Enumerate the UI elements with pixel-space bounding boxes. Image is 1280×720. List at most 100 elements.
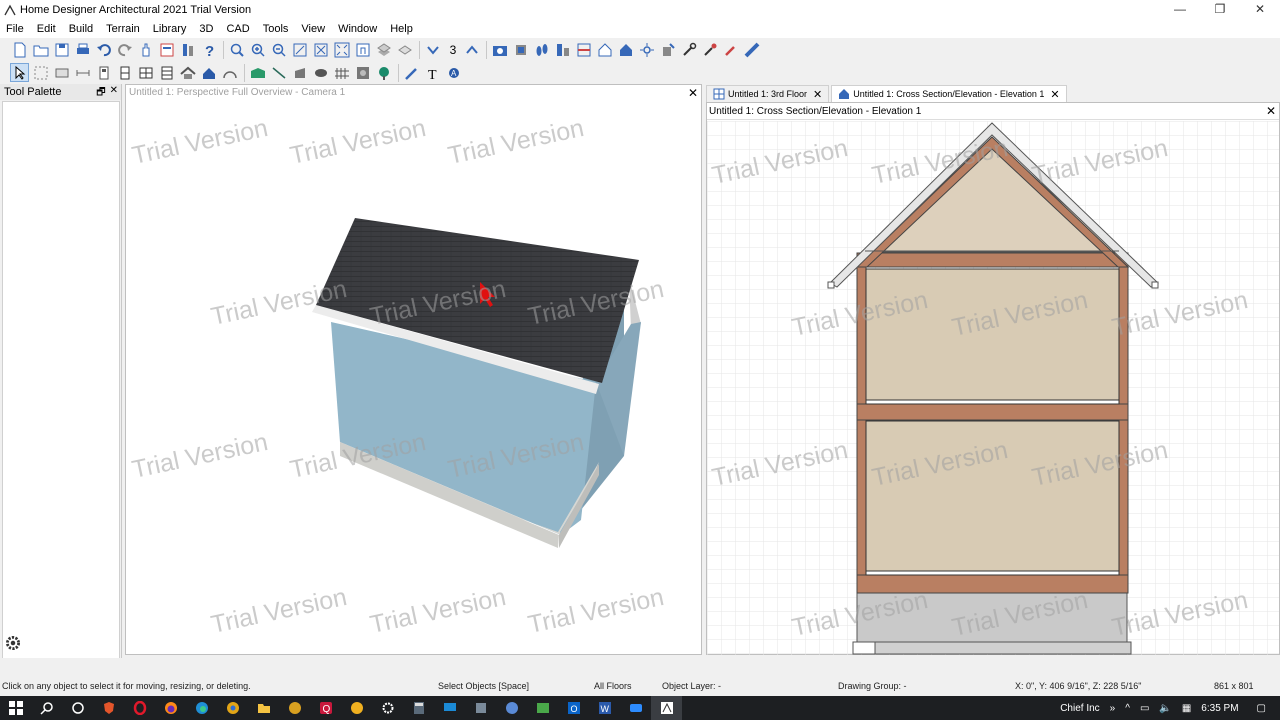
close-tab-icon[interactable]: ✕ — [813, 88, 822, 101]
menu-build[interactable]: Build — [69, 23, 93, 35]
house-view-button[interactable] — [616, 40, 635, 59]
perspective-view[interactable]: Untitled 1: Perspective Full Overview - … — [125, 84, 702, 655]
walkthrough-button[interactable] — [532, 40, 551, 59]
notification-icon[interactable]: ▢ — [1257, 703, 1266, 714]
task-view-button[interactable] — [62, 696, 93, 720]
door-button[interactable] — [115, 63, 134, 82]
text-tool-button[interactable]: T — [423, 63, 442, 82]
taskbar-firefox[interactable] — [155, 696, 186, 720]
circle-tool-button[interactable] — [311, 63, 330, 82]
fence-button[interactable] — [332, 63, 351, 82]
undo-zoom-button[interactable] — [290, 40, 309, 59]
full-camera-button[interactable] — [511, 40, 530, 59]
taskbar-app-1[interactable] — [279, 696, 310, 720]
wall-tool-button[interactable] — [52, 63, 71, 82]
house-3d-model[interactable] — [126, 102, 701, 655]
floor-down-button[interactable] — [423, 40, 442, 59]
tray-clock[interactable]: 6:35 PM — [1201, 703, 1238, 714]
menu-help[interactable]: Help — [390, 23, 413, 35]
tray-chevron-up-icon[interactable]: ^ — [1125, 703, 1130, 714]
search-button[interactable] — [31, 696, 62, 720]
lights-button[interactable] — [637, 40, 656, 59]
material-painter-button[interactable] — [700, 40, 719, 59]
taskbar-calculator[interactable] — [403, 696, 434, 720]
zoom-in-button[interactable] — [248, 40, 267, 59]
tab-3rd-floor[interactable]: Untitled 1: 3rd Floor ✕ — [706, 85, 830, 102]
select-objects-button[interactable] — [10, 63, 29, 82]
menu-library[interactable]: Library — [153, 23, 187, 35]
menu-window[interactable]: Window — [338, 23, 377, 35]
materials-button[interactable] — [178, 40, 197, 59]
taskbar-app-6[interactable] — [496, 696, 527, 720]
start-button[interactable] — [0, 696, 31, 720]
undo-button[interactable] — [94, 40, 113, 59]
layer-all-button[interactable] — [395, 40, 414, 59]
taskbar-home-designer[interactable] — [651, 696, 682, 720]
taskbar-zoom[interactable] — [620, 696, 651, 720]
layer-button[interactable] — [374, 40, 393, 59]
select-tool-button[interactable] — [136, 40, 155, 59]
open-button[interactable] — [31, 40, 50, 59]
arch-button[interactable] — [220, 63, 239, 82]
close-tab-icon[interactable]: ✕ — [1050, 88, 1059, 101]
house-wizard-button[interactable] — [199, 63, 218, 82]
taskbar-chrome[interactable] — [217, 696, 248, 720]
library-button[interactable] — [157, 40, 176, 59]
fill-window-all-button[interactable] — [332, 40, 351, 59]
3d-edit-button[interactable] — [658, 40, 677, 59]
taskbar-app-4[interactable] — [434, 696, 465, 720]
tab-elevation[interactable]: Untitled 1: Cross Section/Elevation - El… — [831, 85, 1067, 102]
menu-cad[interactable]: CAD — [226, 23, 249, 35]
menu-tools[interactable]: Tools — [263, 23, 289, 35]
menu-terrain[interactable]: Terrain — [106, 23, 140, 35]
cabinet-button[interactable] — [94, 63, 113, 82]
menu-view[interactable]: View — [301, 23, 325, 35]
volume-icon[interactable]: 🔈 — [1159, 703, 1171, 714]
pan-button[interactable] — [353, 40, 372, 59]
close-window-button[interactable]: ✕ — [1240, 0, 1280, 20]
close-palette-icon[interactable]: ✕ — [110, 85, 118, 102]
taskbar-app-5[interactable] — [465, 696, 496, 720]
battery-icon[interactable]: ▭ — [1140, 703, 1149, 714]
image-button[interactable] — [353, 63, 372, 82]
taskbar-opera[interactable] — [124, 696, 155, 720]
roof-button[interactable] — [178, 63, 197, 82]
terrain-button[interactable] — [248, 63, 267, 82]
camera-button[interactable] — [490, 40, 509, 59]
elevation-button[interactable] — [553, 40, 572, 59]
menu-edit[interactable]: Edit — [37, 23, 56, 35]
taskbar-brave[interactable] — [93, 696, 124, 720]
cross-section-button[interactable] — [574, 40, 593, 59]
taskbar-word[interactable]: W — [589, 696, 620, 720]
backclipped-button[interactable] — [595, 40, 614, 59]
measure-button[interactable] — [402, 63, 421, 82]
zoom-button[interactable] — [227, 40, 246, 59]
save-button[interactable] — [52, 40, 71, 59]
dimension-button[interactable] — [73, 63, 92, 82]
minimize-button[interactable]: — — [1160, 0, 1200, 20]
taskbar-explorer[interactable] — [248, 696, 279, 720]
line-tool-button[interactable] — [269, 63, 288, 82]
help-button[interactable]: ? — [199, 40, 218, 59]
undock-icon[interactable]: 🗗 — [96, 85, 105, 102]
shape-tool-button[interactable] — [290, 63, 309, 82]
floor-up-button[interactable] — [462, 40, 481, 59]
taskbar-outlook[interactable]: O — [558, 696, 589, 720]
tray-overflow-icon[interactable]: » — [1110, 703, 1116, 714]
taskbar-settings[interactable] — [372, 696, 403, 720]
restore-button[interactable]: ❐ — [1200, 0, 1240, 20]
fill-window-button[interactable] — [311, 40, 330, 59]
taskbar-edge[interactable] — [186, 696, 217, 720]
material-eyedropper-button[interactable] — [721, 40, 740, 59]
network-icon[interactable]: ▦ — [1182, 703, 1191, 714]
elevation-view[interactable]: Untitled 1: Cross Section/Elevation - El… — [706, 102, 1280, 655]
tape-measure-button[interactable] — [742, 40, 761, 59]
gear-icon[interactable] — [4, 634, 22, 652]
window-tool-button[interactable] — [136, 63, 155, 82]
print-button[interactable] — [73, 40, 92, 59]
close-view-icon[interactable]: ✕ — [688, 85, 698, 101]
plant-button[interactable] — [374, 63, 393, 82]
callout-button[interactable]: A — [444, 63, 463, 82]
menu-file[interactable]: File — [6, 23, 24, 35]
taskbar-app-2[interactable]: Q — [310, 696, 341, 720]
